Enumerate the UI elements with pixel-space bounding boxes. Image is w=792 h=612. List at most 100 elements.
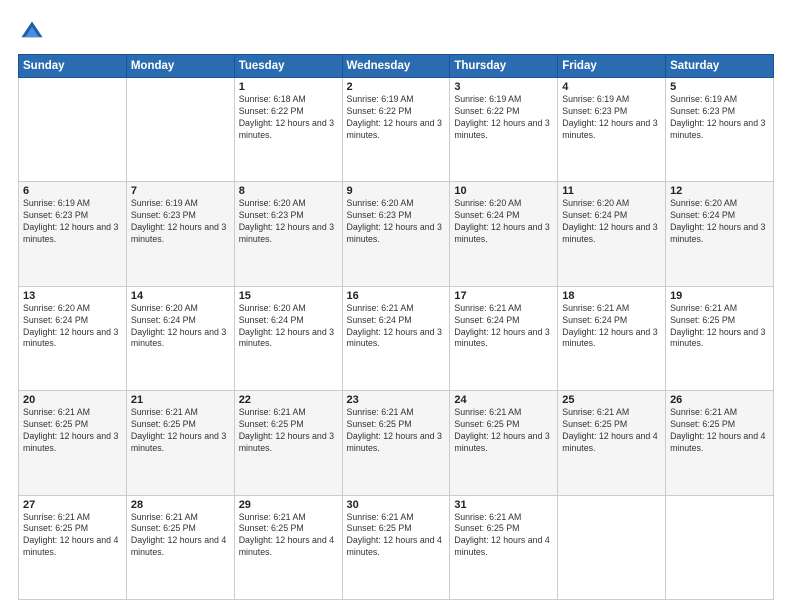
day-number: 26 xyxy=(670,394,769,406)
day-info: Sunrise: 6:19 AM Sunset: 6:22 PM Dayligh… xyxy=(454,94,553,142)
day-info: Sunrise: 6:21 AM Sunset: 6:25 PM Dayligh… xyxy=(670,303,769,351)
calendar-cell: 9Sunrise: 6:20 AM Sunset: 6:23 PM Daylig… xyxy=(342,182,450,286)
calendar-cell: 2Sunrise: 6:19 AM Sunset: 6:22 PM Daylig… xyxy=(342,78,450,182)
day-number: 30 xyxy=(347,499,446,511)
day-number: 21 xyxy=(131,394,230,406)
day-number: 27 xyxy=(23,499,122,511)
calendar-cell: 4Sunrise: 6:19 AM Sunset: 6:23 PM Daylig… xyxy=(558,78,666,182)
day-info: Sunrise: 6:21 AM Sunset: 6:25 PM Dayligh… xyxy=(131,407,230,455)
calendar-cell xyxy=(558,495,666,599)
day-info: Sunrise: 6:21 AM Sunset: 6:25 PM Dayligh… xyxy=(131,512,230,560)
day-number: 14 xyxy=(131,290,230,302)
day-number: 31 xyxy=(454,499,553,511)
calendar-cell: 20Sunrise: 6:21 AM Sunset: 6:25 PM Dayli… xyxy=(19,391,127,495)
calendar-cell: 22Sunrise: 6:21 AM Sunset: 6:25 PM Dayli… xyxy=(234,391,342,495)
day-info: Sunrise: 6:20 AM Sunset: 6:23 PM Dayligh… xyxy=(239,198,338,246)
day-number: 5 xyxy=(670,81,769,93)
day-number: 6 xyxy=(23,185,122,197)
day-info: Sunrise: 6:19 AM Sunset: 6:22 PM Dayligh… xyxy=(347,94,446,142)
day-number: 12 xyxy=(670,185,769,197)
day-info: Sunrise: 6:21 AM Sunset: 6:25 PM Dayligh… xyxy=(239,512,338,560)
day-number: 13 xyxy=(23,290,122,302)
day-number: 3 xyxy=(454,81,553,93)
day-info: Sunrise: 6:19 AM Sunset: 6:23 PM Dayligh… xyxy=(670,94,769,142)
calendar-cell: 15Sunrise: 6:20 AM Sunset: 6:24 PM Dayli… xyxy=(234,286,342,390)
day-info: Sunrise: 6:20 AM Sunset: 6:24 PM Dayligh… xyxy=(670,198,769,246)
calendar-week-row: 27Sunrise: 6:21 AM Sunset: 6:25 PM Dayli… xyxy=(19,495,774,599)
calendar-cell: 19Sunrise: 6:21 AM Sunset: 6:25 PM Dayli… xyxy=(666,286,774,390)
day-info: Sunrise: 6:21 AM Sunset: 6:24 PM Dayligh… xyxy=(347,303,446,351)
calendar-cell: 12Sunrise: 6:20 AM Sunset: 6:24 PM Dayli… xyxy=(666,182,774,286)
day-number: 25 xyxy=(562,394,661,406)
calendar-cell: 30Sunrise: 6:21 AM Sunset: 6:25 PM Dayli… xyxy=(342,495,450,599)
day-info: Sunrise: 6:18 AM Sunset: 6:22 PM Dayligh… xyxy=(239,94,338,142)
day-info: Sunrise: 6:21 AM Sunset: 6:25 PM Dayligh… xyxy=(239,407,338,455)
day-number: 2 xyxy=(347,81,446,93)
calendar-cell: 1Sunrise: 6:18 AM Sunset: 6:22 PM Daylig… xyxy=(234,78,342,182)
day-info: Sunrise: 6:20 AM Sunset: 6:23 PM Dayligh… xyxy=(347,198,446,246)
day-number: 9 xyxy=(347,185,446,197)
calendar-cell: 25Sunrise: 6:21 AM Sunset: 6:25 PM Dayli… xyxy=(558,391,666,495)
calendar-cell: 29Sunrise: 6:21 AM Sunset: 6:25 PM Dayli… xyxy=(234,495,342,599)
day-number: 24 xyxy=(454,394,553,406)
calendar-cell: 11Sunrise: 6:20 AM Sunset: 6:24 PM Dayli… xyxy=(558,182,666,286)
header-friday: Friday xyxy=(558,55,666,78)
day-info: Sunrise: 6:19 AM Sunset: 6:23 PM Dayligh… xyxy=(23,198,122,246)
calendar-cell: 7Sunrise: 6:19 AM Sunset: 6:23 PM Daylig… xyxy=(126,182,234,286)
day-info: Sunrise: 6:21 AM Sunset: 6:24 PM Dayligh… xyxy=(562,303,661,351)
day-number: 29 xyxy=(239,499,338,511)
calendar-cell: 28Sunrise: 6:21 AM Sunset: 6:25 PM Dayli… xyxy=(126,495,234,599)
header xyxy=(18,18,774,46)
calendar-table: SundayMondayTuesdayWednesdayThursdayFrid… xyxy=(18,54,774,600)
header-wednesday: Wednesday xyxy=(342,55,450,78)
day-info: Sunrise: 6:21 AM Sunset: 6:25 PM Dayligh… xyxy=(23,407,122,455)
calendar-cell: 16Sunrise: 6:21 AM Sunset: 6:24 PM Dayli… xyxy=(342,286,450,390)
day-info: Sunrise: 6:21 AM Sunset: 6:25 PM Dayligh… xyxy=(23,512,122,560)
calendar-cell xyxy=(19,78,127,182)
day-number: 16 xyxy=(347,290,446,302)
calendar-cell: 5Sunrise: 6:19 AM Sunset: 6:23 PM Daylig… xyxy=(666,78,774,182)
header-saturday: Saturday xyxy=(666,55,774,78)
calendar-week-row: 13Sunrise: 6:20 AM Sunset: 6:24 PM Dayli… xyxy=(19,286,774,390)
day-number: 7 xyxy=(131,185,230,197)
day-info: Sunrise: 6:21 AM Sunset: 6:25 PM Dayligh… xyxy=(454,512,553,560)
day-info: Sunrise: 6:21 AM Sunset: 6:25 PM Dayligh… xyxy=(670,407,769,455)
day-info: Sunrise: 6:19 AM Sunset: 6:23 PM Dayligh… xyxy=(131,198,230,246)
day-number: 19 xyxy=(670,290,769,302)
calendar-cell: 6Sunrise: 6:19 AM Sunset: 6:23 PM Daylig… xyxy=(19,182,127,286)
day-info: Sunrise: 6:21 AM Sunset: 6:24 PM Dayligh… xyxy=(454,303,553,351)
calendar-week-row: 6Sunrise: 6:19 AM Sunset: 6:23 PM Daylig… xyxy=(19,182,774,286)
day-number: 11 xyxy=(562,185,661,197)
day-info: Sunrise: 6:21 AM Sunset: 6:25 PM Dayligh… xyxy=(454,407,553,455)
day-info: Sunrise: 6:20 AM Sunset: 6:24 PM Dayligh… xyxy=(454,198,553,246)
calendar-cell: 17Sunrise: 6:21 AM Sunset: 6:24 PM Dayli… xyxy=(450,286,558,390)
day-info: Sunrise: 6:20 AM Sunset: 6:24 PM Dayligh… xyxy=(131,303,230,351)
day-info: Sunrise: 6:20 AM Sunset: 6:24 PM Dayligh… xyxy=(239,303,338,351)
day-info: Sunrise: 6:19 AM Sunset: 6:23 PM Dayligh… xyxy=(562,94,661,142)
day-number: 8 xyxy=(239,185,338,197)
page: SundayMondayTuesdayWednesdayThursdayFrid… xyxy=(0,0,792,612)
logo-icon xyxy=(18,18,46,46)
day-number: 22 xyxy=(239,394,338,406)
header-thursday: Thursday xyxy=(450,55,558,78)
day-number: 4 xyxy=(562,81,661,93)
calendar-cell xyxy=(666,495,774,599)
day-info: Sunrise: 6:20 AM Sunset: 6:24 PM Dayligh… xyxy=(562,198,661,246)
logo xyxy=(18,18,50,46)
calendar-cell: 14Sunrise: 6:20 AM Sunset: 6:24 PM Dayli… xyxy=(126,286,234,390)
calendar-header-row: SundayMondayTuesdayWednesdayThursdayFrid… xyxy=(19,55,774,78)
day-number: 20 xyxy=(23,394,122,406)
day-number: 18 xyxy=(562,290,661,302)
day-info: Sunrise: 6:20 AM Sunset: 6:24 PM Dayligh… xyxy=(23,303,122,351)
day-number: 28 xyxy=(131,499,230,511)
calendar-cell: 24Sunrise: 6:21 AM Sunset: 6:25 PM Dayli… xyxy=(450,391,558,495)
calendar-cell: 18Sunrise: 6:21 AM Sunset: 6:24 PM Dayli… xyxy=(558,286,666,390)
day-info: Sunrise: 6:21 AM Sunset: 6:25 PM Dayligh… xyxy=(347,512,446,560)
calendar-cell: 10Sunrise: 6:20 AM Sunset: 6:24 PM Dayli… xyxy=(450,182,558,286)
calendar-cell: 26Sunrise: 6:21 AM Sunset: 6:25 PM Dayli… xyxy=(666,391,774,495)
day-info: Sunrise: 6:21 AM Sunset: 6:25 PM Dayligh… xyxy=(347,407,446,455)
day-number: 1 xyxy=(239,81,338,93)
header-sunday: Sunday xyxy=(19,55,127,78)
calendar-week-row: 1Sunrise: 6:18 AM Sunset: 6:22 PM Daylig… xyxy=(19,78,774,182)
calendar-cell: 8Sunrise: 6:20 AM Sunset: 6:23 PM Daylig… xyxy=(234,182,342,286)
